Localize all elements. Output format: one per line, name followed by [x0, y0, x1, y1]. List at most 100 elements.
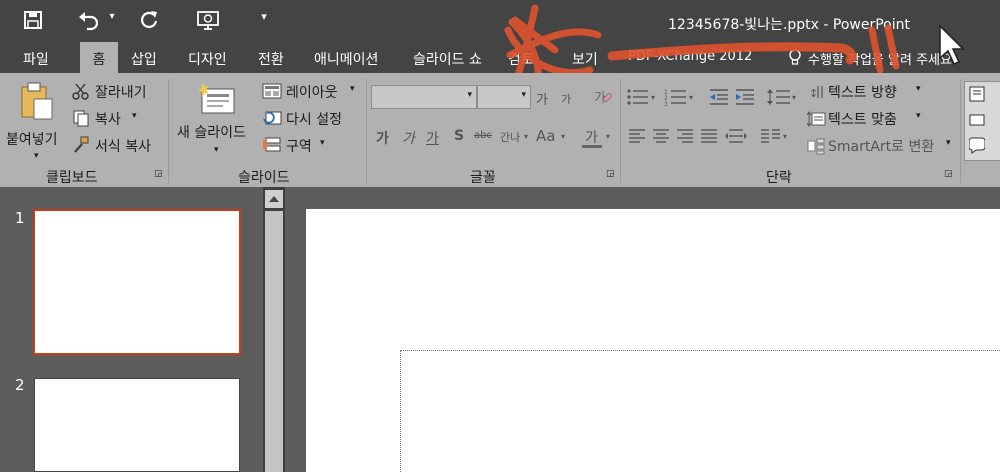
line-spacing-button[interactable]: ▾ — [766, 87, 800, 107]
align-right-icon — [677, 129, 693, 143]
paragraph-group-label: 단락 — [766, 170, 792, 186]
paintbrush-icon — [74, 136, 89, 153]
line-spacing-icon: ▾ — [767, 89, 796, 105]
font-color-bar — [582, 145, 602, 148]
ribbon: 붙여넣기 ▾ 잘라내기 복사 ▾ 서식 복사 클립보드 ◲ 새 슬라이드 ▾ 레… — [0, 73, 1000, 187]
align-text-icon — [806, 111, 826, 127]
svg-text:▾: ▾ — [689, 93, 693, 102]
new-slide-dropdown-icon[interactable]: ▾ — [214, 145, 219, 155]
align-center-icon — [653, 129, 669, 143]
char-spacing-dropdown-icon[interactable]: ▾ — [524, 132, 528, 141]
svg-text:3: 3 — [664, 101, 668, 107]
new-slide-button[interactable]: 새 슬라이드 ▾ — [174, 81, 260, 165]
clipboard-group-label: 클립보드 — [46, 170, 98, 186]
font-name-dropdown-icon[interactable]: ▾ — [467, 90, 472, 100]
distribute-icon — [725, 129, 747, 143]
change-case-button[interactable]: Aa — [536, 127, 555, 145]
bold-button[interactable]: 가 — [376, 128, 389, 148]
smartart-dropdown-icon[interactable]: ▾ — [946, 138, 951, 148]
scroll-thumb[interactable] — [265, 211, 283, 472]
strikethrough-button[interactable]: abc — [474, 130, 492, 141]
font-color-button[interactable]: 가 — [585, 127, 598, 147]
clipboard-launcher-icon[interactable]: ◲ — [154, 169, 163, 179]
paste-button[interactable]: 붙여넣기 ▾ — [6, 81, 70, 161]
shrink-font-button[interactable]: 가 — [561, 91, 571, 107]
layout-label: 레이아웃 — [286, 85, 338, 101]
svg-text:▾: ▾ — [651, 93, 655, 102]
arrow-up-icon — [269, 196, 279, 202]
increase-indent-button[interactable] — [734, 87, 756, 107]
align-right-button[interactable] — [676, 127, 694, 145]
align-center-button[interactable] — [652, 127, 670, 145]
content-placeholder[interactable] — [400, 350, 1000, 472]
align-text-label: 텍스트 맞춤 — [828, 112, 897, 128]
align-left-icon — [629, 129, 645, 143]
bullets-button[interactable]: ▾ — [626, 87, 660, 107]
slide-number: 1 — [15, 209, 25, 227]
clear-format-icon[interactable]: 가 — [592, 87, 613, 107]
columns-button[interactable]: ▾ — [760, 127, 792, 145]
align-text-dropdown-icon[interactable]: ▾ — [916, 111, 921, 121]
group-separator — [960, 79, 961, 183]
paste-icon — [21, 82, 53, 120]
underline-button[interactable]: 가 — [426, 128, 439, 148]
svg-text:▾: ▾ — [783, 132, 787, 141]
font-launcher-icon[interactable]: ◲ — [606, 169, 615, 179]
slide-thumbnail[interactable] — [34, 378, 240, 472]
mouse-pointer-icon — [939, 24, 965, 65]
distribute-button[interactable] — [724, 127, 748, 145]
justify-icon — [701, 129, 717, 143]
bullet-list-icon: ▾ — [627, 89, 655, 105]
drawing-shapes-gallery[interactable] — [964, 81, 1000, 161]
reset-label: 다시 설정 — [286, 112, 342, 128]
shadow-button[interactable]: S — [454, 128, 464, 144]
slide-canvas[interactable] — [306, 209, 1000, 472]
font-size-combo[interactable]: ▾ — [477, 85, 531, 109]
svg-text:▾: ▾ — [792, 93, 796, 102]
decrease-indent-button[interactable] — [708, 87, 730, 107]
numbering-button[interactable]: 1 2 3 ▾ — [664, 87, 698, 108]
smartart-label: SmartArt로 변환 — [828, 139, 935, 155]
smartart-icon — [807, 138, 825, 155]
group-separator — [620, 79, 621, 183]
grow-font-button[interactable]: 가 — [536, 89, 548, 108]
section-dropdown-icon[interactable]: ▾ — [320, 138, 325, 148]
section-label: 구역 — [286, 139, 312, 155]
reset-icon — [263, 111, 282, 125]
slide-number: 2 — [15, 376, 25, 394]
callout-shape-icon — [969, 137, 985, 154]
paste-dropdown-icon[interactable]: ▾ — [34, 151, 39, 161]
copy-dropdown-icon[interactable]: ▾ — [132, 111, 137, 121]
rectangle-shape-icon — [969, 114, 985, 126]
group-separator — [366, 79, 367, 183]
font-size-dropdown-icon[interactable]: ▾ — [521, 90, 526, 100]
new-slide-label: 새 슬라이드 — [177, 125, 246, 141]
thumbnail-pane: 1 2 — [0, 187, 262, 472]
font-name-combo[interactable]: ▾ — [371, 85, 477, 109]
thumbnail-scrollbar[interactable] — [263, 187, 285, 472]
editor-canvas — [286, 187, 1000, 472]
format-painter-label: 서식 복사 — [95, 139, 151, 155]
italic-button[interactable]: 가 — [402, 128, 415, 148]
slide-thumbnail[interactable] — [33, 209, 241, 355]
char-spacing-button[interactable]: 간나 — [500, 129, 520, 145]
scroll-up-button[interactable] — [265, 190, 283, 208]
columns-icon: ▾ — [761, 129, 787, 143]
indent-icon — [736, 89, 754, 105]
justify-button[interactable] — [700, 127, 718, 145]
font-color-dropdown-icon[interactable]: ▾ — [606, 132, 610, 141]
work-area: 1 2 — [0, 187, 1000, 472]
copy-label: 복사 — [95, 112, 121, 128]
font-group-label: 글꼴 — [470, 170, 496, 186]
paragraph-launcher-icon[interactable]: ◲ — [944, 169, 953, 179]
align-left-button[interactable] — [628, 127, 646, 145]
svg-text:↕: ↕ — [809, 87, 818, 100]
scissors-icon — [72, 83, 89, 100]
text-direction-dropdown-icon[interactable]: ▾ — [916, 84, 921, 94]
change-case-dropdown-icon[interactable]: ▾ — [561, 132, 565, 141]
section-icon — [263, 137, 281, 152]
text-direction-label: 텍스트 방향 — [828, 85, 897, 101]
outdent-icon — [710, 89, 728, 105]
slides-group-label: 슬라이드 — [238, 170, 290, 186]
layout-dropdown-icon[interactable]: ▾ — [350, 84, 355, 94]
